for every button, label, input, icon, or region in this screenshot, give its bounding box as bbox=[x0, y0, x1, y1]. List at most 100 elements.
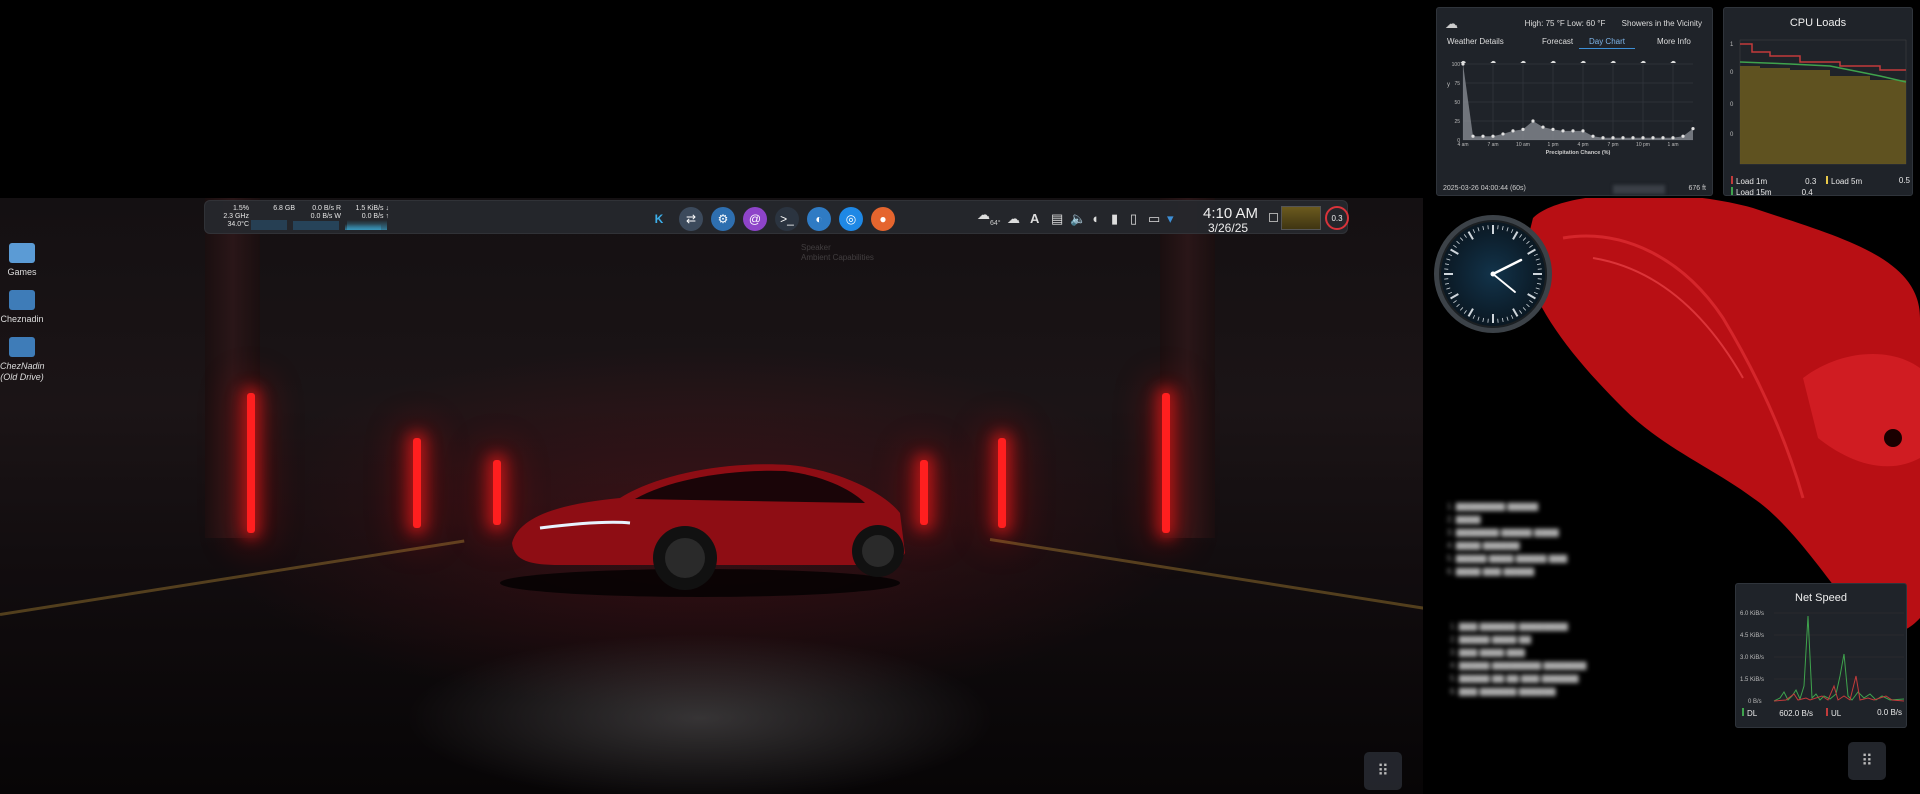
network-drive-icon bbox=[9, 337, 35, 357]
cloud-sync-icon[interactable]: ☁ bbox=[1007, 211, 1020, 227]
dolphin-file-manager-icon[interactable]: ◐ bbox=[807, 207, 831, 231]
app-grid-button-left[interactable]: ⠿ bbox=[1364, 752, 1402, 790]
clock-tick bbox=[1463, 234, 1467, 238]
clock-tick bbox=[1529, 300, 1533, 304]
ghost-notification: Speaker Ambient Capabilities bbox=[801, 243, 874, 263]
audio-effects-icon[interactable]: ◖ bbox=[1091, 211, 1099, 226]
precipitation-point bbox=[1601, 136, 1605, 140]
floor-line bbox=[0, 539, 465, 616]
ghost-notification-title: Speaker bbox=[801, 243, 831, 252]
memory-monitor[interactable]: 6.8 GB bbox=[255, 205, 295, 213]
tab-day-chart[interactable]: Day Chart bbox=[1579, 37, 1635, 49]
memory-sparkline bbox=[293, 221, 339, 230]
hour-cloud-icon: ☁ bbox=[1490, 59, 1496, 65]
net-y-tick: 4.5 KiB/s bbox=[1740, 633, 1764, 639]
tab-more-info[interactable]: More Info bbox=[1657, 37, 1691, 46]
cpu-loads-chart: 1 0 0 0 bbox=[1730, 39, 1907, 165]
tab-weather-details[interactable]: Weather Details bbox=[1447, 37, 1504, 46]
clock-tick bbox=[1526, 303, 1530, 308]
cpu-load-mini-graph[interactable] bbox=[1281, 206, 1321, 230]
folder-icon bbox=[9, 243, 35, 263]
grid-dots-icon: ⠿ bbox=[1861, 753, 1873, 770]
terminal-icon[interactable]: >_ bbox=[775, 207, 799, 231]
clock-tick bbox=[1506, 316, 1509, 321]
firefox-icon[interactable]: ● bbox=[871, 207, 895, 231]
net-y-tick: 0 B/s bbox=[1748, 699, 1762, 705]
desktop-icon-cheznadin-old-drive[interactable]: ChezNadin (Old Drive) bbox=[0, 337, 45, 383]
cpu-sparkline bbox=[251, 220, 287, 230]
panel-clock-time[interactable]: 4:10 AM bbox=[1203, 205, 1258, 222]
font-icon[interactable]: A bbox=[1030, 211, 1039, 226]
analog-clock-widget bbox=[1434, 215, 1552, 333]
load1-value: 0.3 bbox=[1805, 177, 1817, 186]
precipitation-point bbox=[1471, 134, 1475, 138]
cpu-loads-widget: CPU Loads 1 0 0 0 Load 1m 0.3 Load 15m 0.4… bbox=[1723, 7, 1913, 198]
cpu-y-tick: 0 bbox=[1730, 70, 1734, 76]
desktop-icon-cheznadin[interactable]: Cheznadin bbox=[0, 290, 44, 325]
precipitation-point bbox=[1491, 134, 1495, 138]
red-light-bar bbox=[247, 393, 255, 533]
hour-cloud-icon: ☁ bbox=[1460, 59, 1466, 65]
top-panel: 1.5% 2.3 GHz 34.0°C 6.8 GB 0.0 B/s R 0.0… bbox=[204, 200, 1349, 262]
precipitation-point bbox=[1581, 129, 1585, 133]
clock-tick bbox=[1512, 308, 1519, 317]
show-desktop-icon[interactable] bbox=[1269, 213, 1278, 222]
system-settings-icon[interactable]: ⚙ bbox=[711, 207, 735, 231]
tray-expand-chevron-icon[interactable]: ▾ bbox=[1167, 211, 1174, 227]
panel-clock-date[interactable]: 3/26/25 bbox=[1208, 221, 1248, 235]
usb-device-icon[interactable]: ▮ bbox=[1111, 211, 1118, 227]
weather-update-time: 2025-03-26 04:00:44 (60s) bbox=[1443, 185, 1526, 192]
red-car-image bbox=[500, 464, 905, 597]
clock-tick bbox=[1510, 314, 1514, 319]
weather-elevation: 676 ft bbox=[1688, 185, 1706, 192]
grid-dots-icon: ⠿ bbox=[1377, 763, 1389, 780]
weather-tray-icon[interactable]: ☁ bbox=[977, 207, 990, 223]
cpu-legend: Load 1m 0.3 Load 15m 0.4 bbox=[1731, 176, 1816, 198]
clock-tick bbox=[1444, 263, 1450, 266]
clock-tick bbox=[1522, 237, 1527, 241]
settings-toggle-icon[interactable]: ⇄ bbox=[679, 207, 703, 231]
cpu-y-tick: 0 bbox=[1730, 102, 1734, 108]
cpu-load-badge[interactable]: 0.3 bbox=[1325, 206, 1349, 230]
clock-tick bbox=[1522, 307, 1527, 311]
red-light-bar bbox=[1162, 393, 1170, 533]
clock-tick bbox=[1467, 231, 1474, 240]
kde-icon[interactable]: K bbox=[647, 207, 671, 231]
desktop-icon-games[interactable]: Games bbox=[0, 243, 44, 278]
cpu-temperature: 34.0°C bbox=[227, 221, 249, 228]
network-icon[interactable]: ▭ bbox=[1148, 211, 1160, 227]
cpu-y-tick: 1 bbox=[1730, 42, 1734, 48]
cpu-monitor[interactable]: 1.5% 2.3 GHz 34.0°C bbox=[215, 205, 249, 229]
volume-icon[interactable]: 🔈 bbox=[1070, 211, 1086, 227]
load1-label: Load 1m bbox=[1736, 177, 1768, 186]
clock-tick bbox=[1527, 248, 1536, 255]
network-monitor[interactable]: 1.5 KiB/s ↓ 0.0 B/s ↑ bbox=[345, 205, 389, 221]
disk-write-label: W bbox=[334, 213, 341, 220]
chart-x-title: Precipitation Chance (%) bbox=[1546, 150, 1611, 156]
disk-monitor[interactable]: 0.0 B/s R 0.0 B/s W bbox=[301, 205, 341, 221]
tab-forecast[interactable]: Forecast bbox=[1542, 37, 1573, 46]
chart-y-label: y bbox=[1447, 82, 1450, 88]
clock-tick bbox=[1533, 253, 1538, 257]
legend-swatch-load1 bbox=[1731, 176, 1733, 184]
chart-y-tick: 75 bbox=[1454, 81, 1460, 87]
network-drive-icon bbox=[9, 290, 35, 310]
ghost-notification-subtitle: Ambient Capabilities bbox=[801, 253, 874, 262]
blurred-todo-list: 1. ▇▇▇ ▇▇▇▇▇▇ ▇▇▇▇▇▇▇▇ 2. ▇▇▇▇▇ ▇▇▇▇ ▇▇ 3.… bbox=[1450, 622, 1587, 696]
clock-tick bbox=[1535, 258, 1540, 261]
precipitation-point bbox=[1531, 119, 1535, 123]
precipitation-point bbox=[1551, 127, 1555, 131]
phone-connect-icon[interactable]: ▯ bbox=[1130, 211, 1137, 227]
hour-cloud-icon: ☁ bbox=[1610, 59, 1616, 65]
chart-y-tick: 50 bbox=[1454, 100, 1460, 106]
app-grid-button-right[interactable]: ⠿ bbox=[1848, 742, 1886, 780]
cpu-y-ticks: 1 0 0 0 bbox=[1730, 42, 1734, 138]
blurred-location bbox=[1613, 185, 1665, 194]
wallpaper-garage bbox=[0, 198, 1423, 794]
browser-blue-icon[interactable]: ◎ bbox=[839, 207, 863, 231]
hour-cloud-icon: ☁ bbox=[1640, 59, 1646, 65]
cpu-frequency: 2.3 GHz bbox=[223, 213, 249, 220]
clipboard-icon[interactable]: ▤ bbox=[1051, 211, 1063, 227]
spiral-app-icon[interactable]: @ bbox=[743, 207, 767, 231]
floor-line bbox=[989, 538, 1423, 610]
